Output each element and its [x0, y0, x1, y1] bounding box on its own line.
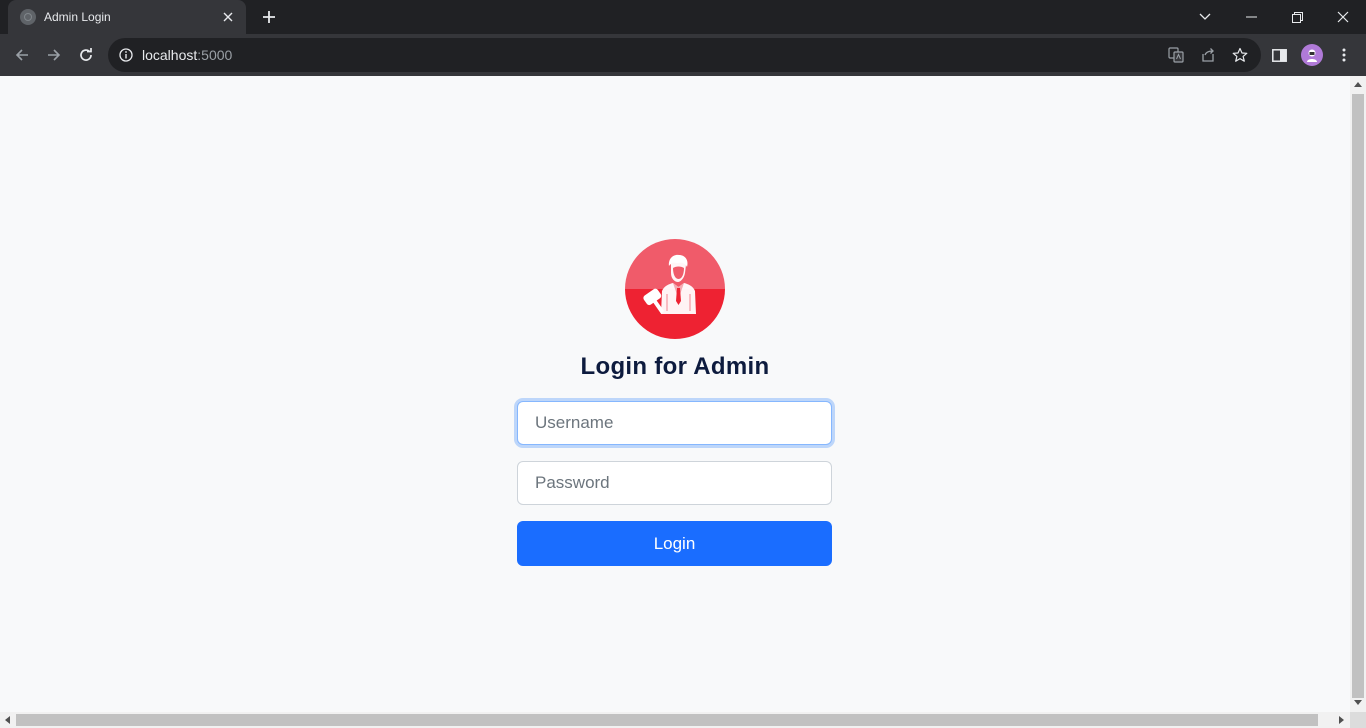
restore-button[interactable]	[1274, 0, 1320, 34]
globe-icon	[20, 9, 36, 25]
reload-button[interactable]	[71, 40, 101, 70]
translate-icon[interactable]	[1167, 46, 1185, 64]
site-info-icon[interactable]	[118, 47, 134, 63]
vertical-scroll-thumb[interactable]	[1352, 94, 1364, 698]
close-tab-icon[interactable]	[220, 9, 236, 25]
scroll-right-icon[interactable]	[1339, 716, 1344, 724]
profile-avatar[interactable]	[1297, 40, 1327, 70]
minimize-button[interactable]	[1228, 0, 1274, 34]
forward-button[interactable]	[39, 40, 69, 70]
scroll-left-icon[interactable]	[5, 716, 10, 724]
scroll-up-icon[interactable]	[1354, 82, 1362, 87]
side-panel-icon[interactable]	[1264, 40, 1294, 70]
url-port: :5000	[197, 47, 233, 63]
password-input[interactable]	[517, 461, 832, 505]
tab-search-icon[interactable]	[1182, 0, 1228, 34]
vertical-scrollbar[interactable]	[1350, 76, 1366, 712]
bookmark-star-icon[interactable]	[1231, 46, 1249, 64]
username-input[interactable]	[517, 401, 832, 445]
address-bar[interactable]: localhost:5000	[108, 38, 1261, 72]
page-title: Login for Admin	[580, 353, 770, 380]
login-button[interactable]: Login	[517, 521, 832, 566]
scrollbar-corner	[1350, 712, 1366, 728]
admin-avatar-icon	[625, 239, 725, 339]
url-host: localhost	[142, 47, 198, 63]
back-button[interactable]	[7, 40, 37, 70]
horizontal-scroll-thumb[interactable]	[16, 714, 1318, 726]
browser-menu-icon[interactable]	[1329, 40, 1359, 70]
browser-tab-strip: Admin Login	[0, 0, 1366, 34]
browser-toolbar: localhost:5000	[0, 34, 1366, 76]
tab-title: Admin Login	[44, 10, 111, 24]
page-viewport: Login for Admin Login	[0, 76, 1350, 712]
profile-icon	[1301, 44, 1323, 66]
share-icon[interactable]	[1199, 46, 1217, 64]
close-window-button[interactable]	[1320, 0, 1366, 34]
url-text: localhost:5000	[142, 47, 232, 63]
scroll-down-icon[interactable]	[1354, 700, 1362, 705]
browser-tab[interactable]: Admin Login	[8, 0, 246, 34]
new-tab-button[interactable]	[258, 6, 280, 28]
horizontal-scrollbar[interactable]	[0, 712, 1350, 728]
